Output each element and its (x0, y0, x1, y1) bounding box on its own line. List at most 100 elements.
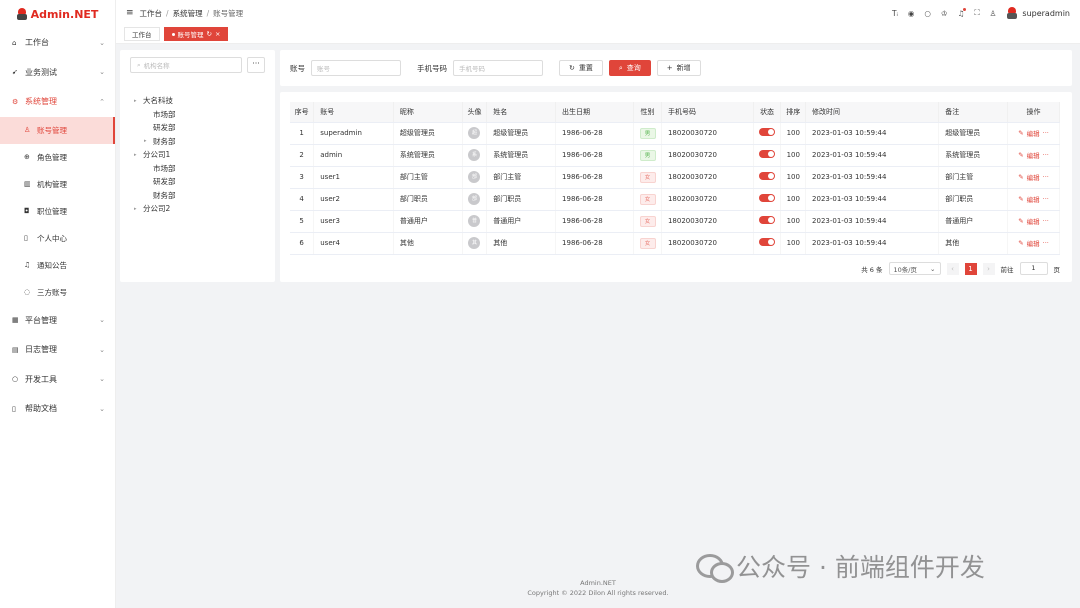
theme-icon[interactable]: ◉ (908, 9, 915, 18)
cell-remark: 部门主管 (938, 166, 1009, 189)
top-bar: ≡ 工作台 / 系统管理 / 账号管理 Tᵢ ◉ ○ ♔ ♫ ⛶ ♙ superadmi… (116, 0, 1080, 26)
cell-birth: 1986-06-28 (555, 122, 635, 145)
caret-right-icon[interactable]: ▸ (134, 152, 143, 158)
sidebar-bottom-item-0[interactable]: ▦ 平台管理 ⌄ (0, 306, 115, 336)
more-actions-button[interactable]: ··· (1043, 151, 1049, 159)
phone-input[interactable]: 手机号码 (453, 60, 543, 76)
tab-label: 工作台 (132, 31, 152, 39)
tree-node[interactable]: ▸ 分公司2 (134, 202, 176, 216)
notification-bell-icon[interactable]: ♫ (958, 7, 967, 18)
tree-node[interactable]: ▸ 大名科技 (134, 94, 176, 108)
edit-icon[interactable]: ✎ (1018, 217, 1023, 225)
close-icon[interactable]: × (215, 30, 220, 38)
caret-right-icon[interactable]: ▸ (144, 138, 153, 144)
tree-node[interactable]: 市场部 (134, 162, 176, 176)
caret-right-icon[interactable]: ▸ (134, 206, 143, 212)
edit-button[interactable]: 编辑 (1027, 238, 1040, 248)
tree-node-label: 市场部 (153, 109, 176, 119)
sidebar-item-2[interactable]: ⚙ 系统管理 ⌃ (0, 87, 115, 117)
tab-account-management[interactable]: 账号管理 ↻ × (163, 27, 229, 41)
column-header: 昵称 (393, 102, 463, 123)
sidebar-bottom-item-1[interactable]: ▤ 日志管理 ⌄ (0, 335, 115, 365)
refresh-icon[interactable]: ↻ (207, 30, 212, 38)
reset-button[interactable]: ↻ 重置 (559, 60, 603, 76)
prev-page-button[interactable]: ‹ (946, 262, 959, 275)
tree-more-button[interactable]: ··· (247, 57, 265, 73)
cell-birth: 1986-06-28 (555, 210, 635, 233)
search-icon[interactable]: ○ (924, 9, 931, 18)
edit-button[interactable]: 编辑 (1027, 216, 1040, 226)
edit-icon[interactable]: ✎ (1018, 151, 1023, 159)
tree-node[interactable]: 财务部 (134, 189, 176, 203)
sex-tag: 男 (639, 127, 656, 139)
edit-icon[interactable]: ✎ (1018, 239, 1023, 247)
chevron-down-icon: ⌄ (99, 38, 105, 47)
user-icon[interactable]: ♙ (990, 9, 997, 18)
sidebar-item-0[interactable]: ⌂ 工作台 ⌄ (0, 28, 115, 58)
page-size-select[interactable]: 10条/页 ⌄ (888, 262, 941, 275)
edit-icon[interactable]: ✎ (1018, 173, 1023, 181)
sidebar-subitem-3[interactable]: ◘ 职位管理 (0, 198, 115, 225)
edit-button[interactable]: 编辑 (1027, 172, 1040, 182)
more-actions-button[interactable]: ··· (1043, 217, 1049, 225)
more-actions-button[interactable]: ··· (1043, 129, 1049, 137)
more-actions-button[interactable]: ··· (1043, 239, 1049, 247)
cell-status (753, 166, 782, 189)
edit-icon[interactable]: ✎ (1018, 195, 1023, 203)
cell-sex: 女 (633, 188, 662, 211)
cell-nickname: 普通用户 (393, 210, 463, 233)
cell-nickname: 系统管理员 (393, 144, 463, 167)
status-toggle[interactable] (759, 216, 776, 224)
status-toggle[interactable] (759, 238, 776, 246)
sidebar-item-1[interactable]: ➹ 业务测试 ⌄ (0, 58, 115, 88)
next-page-button[interactable]: › (982, 262, 995, 275)
tree-node[interactable]: ▸ 分公司1 (134, 148, 176, 162)
query-button[interactable]: ⌕ 查询 (608, 60, 651, 76)
edit-button[interactable]: 编辑 (1027, 128, 1040, 138)
sidebar-subitem-4[interactable]: ▯ 个人中心 (0, 225, 115, 252)
edit-button[interactable]: 编辑 (1027, 194, 1040, 204)
column-header: 头像 (462, 102, 488, 123)
cell-phone: 18020030720 (661, 166, 754, 189)
cell-account: user4 (313, 232, 394, 255)
gear-icon: ⚙ (12, 97, 19, 106)
edit-icon[interactable]: ✎ (1018, 129, 1023, 137)
reset-label: 重置 (578, 64, 593, 72)
table-row: 2 admin 系统管理员系系统管理员 1986-06-28 男 18020030720 1… (290, 144, 1060, 167)
sidebar-subitem-0[interactable]: ♙ 账号管理 (0, 116, 115, 144)
tab-workbench[interactable]: 工作台 (124, 27, 160, 41)
breadcrumb-item[interactable]: 工作台 (140, 9, 163, 18)
page-number[interactable]: 1 (964, 262, 977, 275)
org-search-input[interactable]: ⌕ 机构名称 (130, 57, 242, 73)
goto-page-input[interactable]: 1 (1019, 262, 1048, 275)
font-size-icon[interactable]: Tᵢ (892, 9, 898, 18)
user-menu[interactable]: superadmin (1006, 7, 1070, 19)
breadcrumb-item[interactable]: 系统管理 (173, 9, 203, 18)
table-row: 5 user3 普通用户普普通用户 1986-06-28 女 18020030720 100… (290, 210, 1060, 233)
status-toggle[interactable] (759, 172, 776, 180)
status-toggle[interactable] (759, 150, 776, 158)
sidebar-subitem-1[interactable]: ⊕ 角色管理 (0, 144, 115, 171)
add-button[interactable]: + 新增 (656, 60, 701, 76)
edit-button[interactable]: 编辑 (1027, 150, 1040, 160)
more-actions-button[interactable]: ··· (1043, 173, 1049, 181)
fullscreen-icon[interactable]: ⛶ (974, 8, 979, 18)
account-input[interactable]: 账号 (311, 60, 401, 76)
more-actions-button[interactable]: ··· (1043, 195, 1049, 203)
tree-node[interactable]: ▸ 财务部 (134, 135, 176, 149)
tree-node[interactable]: 市场部 (134, 108, 176, 122)
sidebar-subitem-2[interactable]: ▥ 机构管理 (0, 171, 115, 198)
status-toggle[interactable] (759, 194, 776, 202)
sidebar-bottom-item-2[interactable]: ○ 开发工具 ⌄ (0, 365, 115, 395)
skin-icon[interactable]: ♔ (941, 9, 948, 18)
status-toggle[interactable] (759, 128, 776, 136)
caret-right-icon[interactable]: ▸ (134, 98, 143, 104)
sidebar-subitem-5[interactable]: ♫ 通知公告 (0, 252, 115, 279)
tree-node[interactable]: 研发部 (134, 175, 176, 189)
menu-toggle-icon[interactable]: ≡ (126, 8, 134, 18)
sidebar-bottom-item-3[interactable]: ▯ 帮助文档 ⌄ (0, 394, 115, 424)
sidebar-subitem-6[interactable]: ◌ 三方账号 (0, 279, 115, 306)
sex-tag: 女 (639, 237, 656, 249)
tree-node[interactable]: 研发部 (134, 121, 176, 135)
app-logo[interactable]: Admin.NET (0, 0, 115, 28)
